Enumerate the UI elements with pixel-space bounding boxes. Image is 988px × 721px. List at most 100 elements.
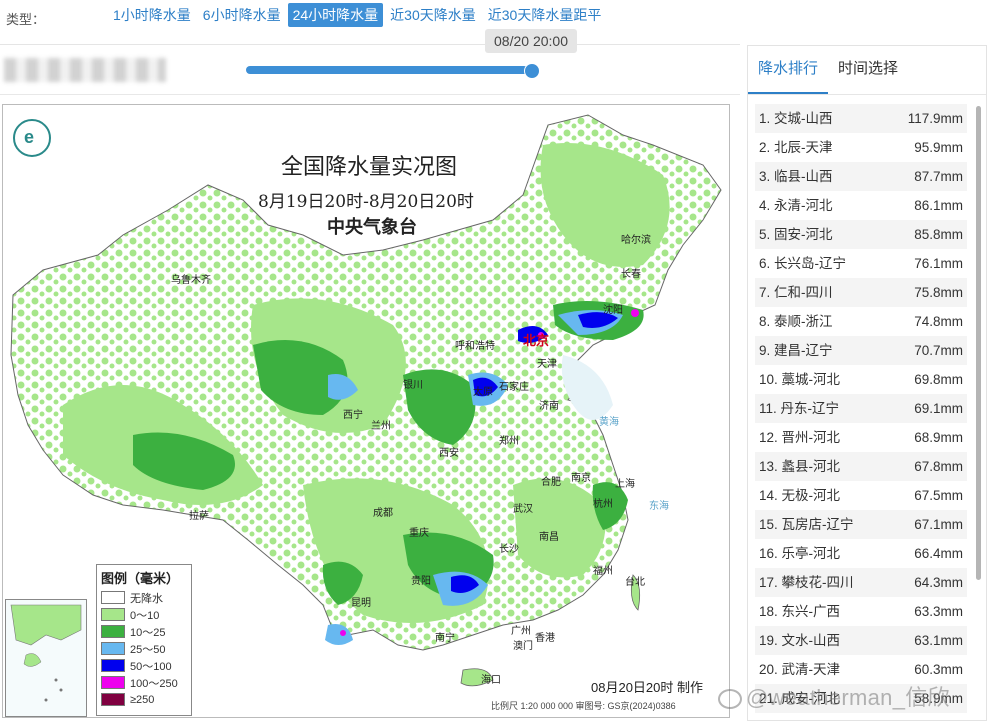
ranking-station: 12. 晋州-河北 [759,430,841,445]
city-label: 天津 [537,359,557,370]
ranking-station: 1. 交城-山西 [759,111,833,126]
city-label: 合肥 [541,477,561,488]
sea-label: 东海 [649,501,669,512]
city-label: 哈尔滨 [621,235,651,246]
city-label: 重庆 [409,528,429,539]
type-tab-1h[interactable]: 1小时降水量 [108,3,196,27]
map-subtitle: 8月19日20时-8月20日20时 [258,192,474,212]
legend-swatch [101,591,125,604]
map-org: 中央气象台 [327,217,417,237]
city-label: 台北 [625,577,645,588]
ranking-value: 74.8mm [914,314,963,329]
ranking-row[interactable]: 17. 攀枝花-四川 64.3mm [755,568,967,597]
ranking-row[interactable]: 11. 丹东-辽宁 69.1mm [755,394,967,423]
city-label: 香港 [535,633,555,644]
tab-time-select[interactable]: 时间选择 [828,46,908,94]
city-label: 海口 [481,675,501,686]
ranking-row[interactable]: 19. 文水-山西 63.1mm [755,626,967,655]
ranking-row[interactable]: 7. 仁和-四川 75.8mm [755,278,967,307]
watermark: @weatherman_信欣 [718,680,950,712]
legend-swatch [101,625,125,638]
ranking-row[interactable]: 3. 临县-山西 87.7mm [755,162,967,191]
watermark-text: @weatherman_信欣 [746,685,950,710]
weibo-icon [718,689,742,710]
cma-logo-icon: e [13,119,51,157]
ranking-station: 3. 临县-山西 [759,169,833,184]
ranking-row[interactable]: 13. 蠡县-河北 67.8mm [755,452,967,481]
ranking-station: 15. 瓦房店-辽宁 [759,517,854,532]
ranking-row[interactable]: 16. 乐亭-河北 66.4mm [755,539,967,568]
city-label: 广州 [511,626,531,637]
ranking-row[interactable]: 8. 泰顺-浙江 74.8mm [755,307,967,336]
ranking-row[interactable]: 6. 长兴岛-辽宁 76.1mm [755,249,967,278]
ranking-row[interactable]: 5. 固安-河北 85.8mm [755,220,967,249]
legend-label: 100～250 [130,677,178,690]
ranking-station: 7. 仁和-四川 [759,285,833,300]
ranking-value: 63.1mm [914,633,963,648]
legend-swatch [101,693,125,706]
time-tooltip: 08/20 20:00 [485,29,577,53]
legend-label: ≥250 [130,693,155,706]
legend-item: 0～10 [97,606,191,623]
ranking-station: 18. 东兴-广西 [759,604,841,619]
type-tab-6h[interactable]: 6小时降水量 [198,3,286,27]
precipitation-map: e 全国降水量实况图 8月19日20时-8月20日20时 中央气象台 乌鲁木齐 … [2,104,730,718]
city-label: 贵阳 [411,576,431,587]
map-title: 全国降水量实况图 [281,155,458,180]
legend-swatch [101,676,125,689]
ranking-value: 75.8mm [914,285,963,300]
map-legend: 图例（毫米） 无降水 0～10 10～25 25～50 50～100 100～2… [96,564,192,716]
time-slider[interactable] [246,63,540,79]
ranking-value: 67.8mm [914,459,963,474]
ranking-station: 9. 建昌-辽宁 [759,343,833,358]
city-label: 银川 [403,380,423,391]
city-label: 南宁 [435,633,455,644]
city-label: 南京 [571,473,591,484]
city-label: 拉萨 [189,511,209,522]
ranking-station: 17. 攀枝花-四川 [759,575,854,590]
ranking-station: 19. 文水-山西 [759,633,841,648]
ranking-row[interactable]: 15. 瓦房店-辽宁 67.1mm [755,510,967,539]
slider-track[interactable] [246,66,528,74]
type-tab-30d-anomaly[interactable]: 近30天降水量距平 [483,3,607,27]
city-label: 济南 [539,401,559,412]
city-label: 南昌 [539,532,559,543]
ranking-row[interactable]: 1. 交城-山西 117.9mm [755,104,967,133]
divider [0,94,740,95]
ranking-value: 86.1mm [914,198,963,213]
type-label: 类型： [6,12,46,27]
legend-label: 25～50 [130,643,166,656]
ranking-row[interactable]: 4. 永清-河北 86.1mm [755,191,967,220]
ranking-value: 117.9mm [907,111,963,126]
ranking-scrollbar[interactable] [976,106,981,580]
ranking-value: 85.8mm [914,227,963,242]
legend-item: 10～25 [97,623,191,640]
legend-swatch [101,659,125,672]
legend-item: 无降水 [97,589,191,606]
panel-tabs: 降水排行 时间选择 [748,46,986,95]
ranking-row[interactable]: 18. 东兴-广西 63.3mm [755,597,967,626]
ranking-row[interactable]: 2. 北辰-天津 95.9mm [755,133,967,162]
ranking-value: 87.7mm [914,169,963,184]
ranking-station: 14. 无极-河北 [759,488,841,503]
ranking-row[interactable]: 12. 晋州-河北 68.9mm [755,423,967,452]
legend-swatch [101,642,125,655]
sea-label: 黄海 [599,417,619,428]
city-label: 武汉 [513,504,533,515]
tab-precip-ranking[interactable]: 降水排行 [748,46,829,94]
ranking-station: 2. 北辰-天津 [759,140,833,155]
ranking-row[interactable]: 9. 建昌-辽宁 70.7mm [755,336,967,365]
map-scale-note: 比例尺 1:20 000 000 审图号: GS京(2024)0386 [491,701,676,711]
ranking-station: 6. 长兴岛-辽宁 [759,256,847,271]
type-tab-30d[interactable]: 近30天降水量 [385,3,481,27]
city-label: 长春 [621,269,641,280]
ranking-row[interactable]: 14. 无极-河北 67.5mm [755,481,967,510]
slider-handle[interactable] [524,63,540,79]
ranking-station: 4. 永清-河北 [759,198,833,213]
ranking-station: 10. 藁城-河北 [759,372,841,387]
ranking-panel: 降水排行 时间选择 1. 交城-山西 117.9mm 2. 北辰-天津 95.9mm 3… [747,45,987,721]
ranking-row[interactable]: 10. 藁城-河北 69.8mm [755,365,967,394]
ranking-value: 66.4mm [914,546,963,561]
ranking-list: 1. 交城-山西 117.9mm 2. 北辰-天津 95.9mm 3. 临县-山西 87.… [755,104,967,713]
type-tab-24h[interactable]: 24小时降水量 [287,3,384,27]
